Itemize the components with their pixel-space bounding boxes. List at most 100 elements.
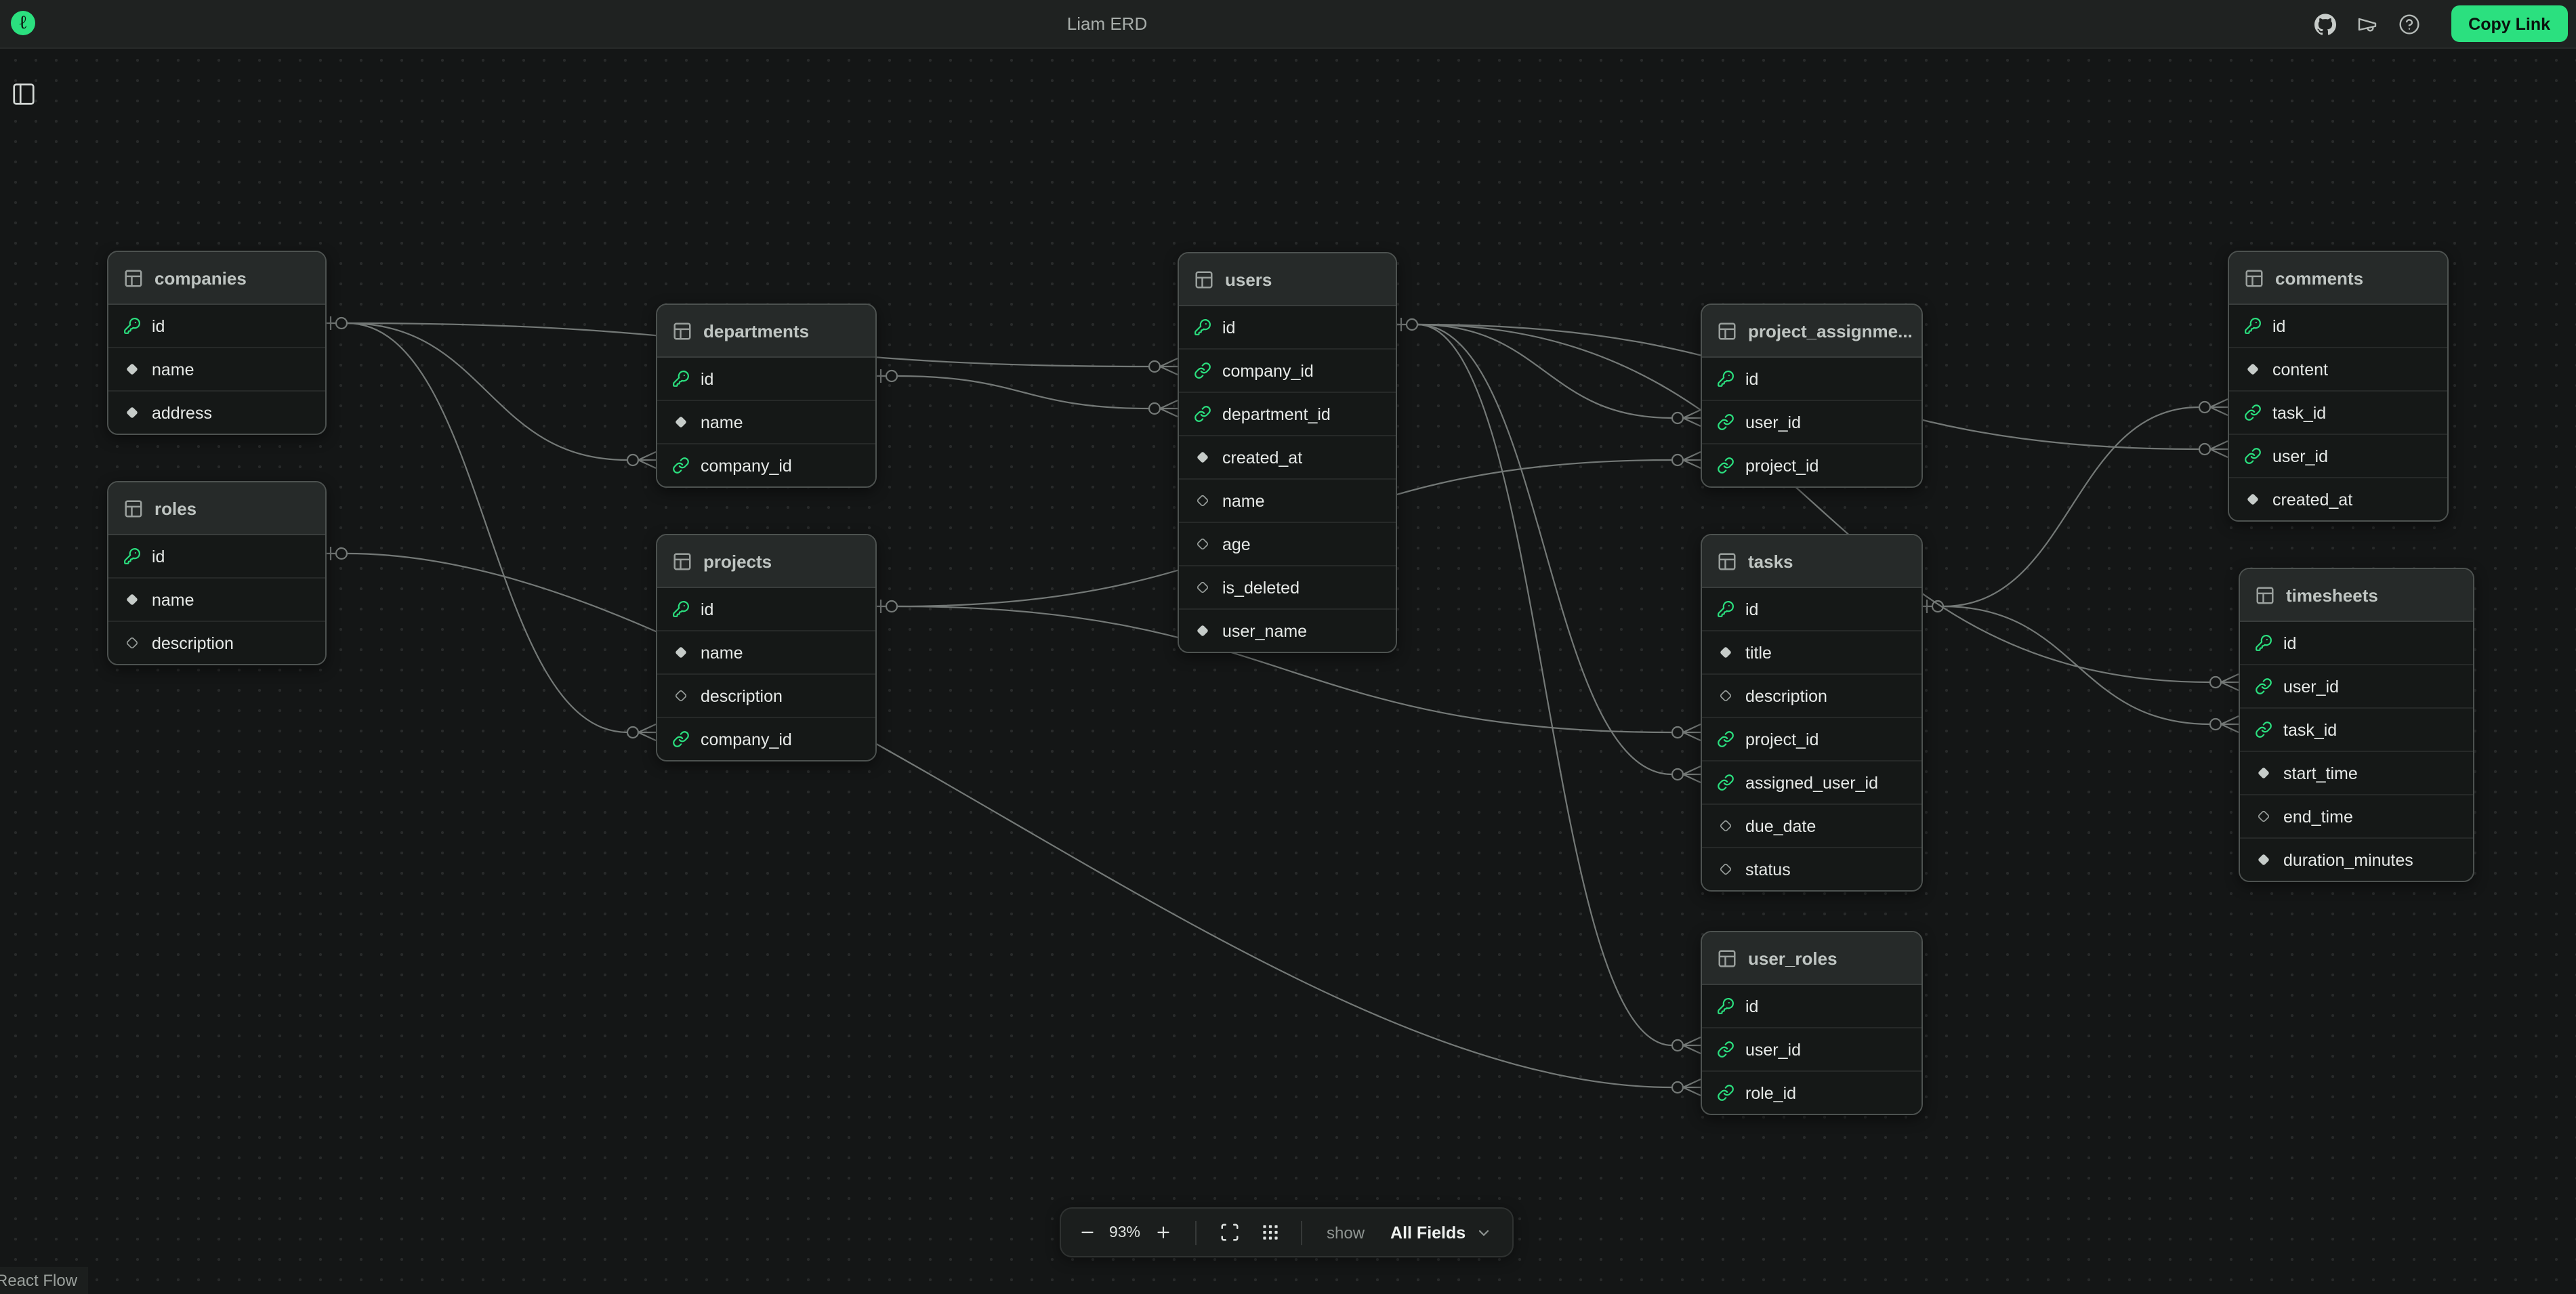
edge-companies.id-projects.company_id[interactable] [347, 323, 627, 732]
field-row-comments-user_id[interactable]: user_id [2229, 434, 2447, 477]
table-header-project_assignments[interactable]: project_assignme... [1702, 305, 1921, 358]
edge-tasks.id-timesheets.task_id[interactable] [1943, 606, 2210, 724]
table-node-companies[interactable]: companiesidnameaddress [107, 251, 327, 435]
field-row-departments-company_id[interactable]: company_id [657, 443, 875, 486]
table-header-tasks[interactable]: tasks [1702, 535, 1921, 588]
field-row-timesheets-start_time[interactable]: start_time [2240, 751, 2473, 794]
field-row-roles-name[interactable]: name [108, 577, 325, 621]
table-header-comments[interactable]: comments [2229, 252, 2447, 305]
table-node-tasks[interactable]: tasks idtitledescriptionproject_idassigne… [1701, 534, 1923, 892]
field-row-tasks-id[interactable]: id [1702, 588, 1921, 630]
nullable-icon [1194, 535, 1211, 553]
announcements-button[interactable] [2356, 13, 2377, 35]
field-row-tasks-description[interactable]: description [1702, 673, 1921, 717]
field-row-user_roles-id[interactable]: id [1702, 985, 1921, 1027]
not-null-icon [2244, 491, 2262, 508]
table-node-project_assignments[interactable]: project_assignme...iduser_idproject_id [1701, 304, 1923, 488]
table-title: tasks [1748, 551, 1793, 571]
field-row-departments-id[interactable]: id [657, 358, 875, 400]
field-name: name [152, 590, 194, 609]
field-row-users-age[interactable]: age [1179, 522, 1396, 565]
edge-tasks.id-comments.task_id[interactable] [1943, 407, 2199, 606]
field-row-timesheets-task_id[interactable]: task_id [2240, 707, 2473, 751]
sidebar-toggle-button[interactable] [9, 81, 37, 108]
field-row-departments-name[interactable]: name [657, 400, 875, 443]
field-row-users-created_at[interactable]: created_at [1179, 435, 1396, 478]
table-node-projects[interactable]: projectsid name descriptioncompany_id [656, 534, 877, 761]
github-button[interactable] [2314, 13, 2335, 35]
reactflow-attribution[interactable]: React Flow [0, 1267, 88, 1294]
table-icon [1717, 948, 1737, 968]
table-node-comments[interactable]: commentsidcontenttask_iduser_idcreated_a… [2228, 251, 2449, 522]
field-name: id [1745, 997, 1758, 1016]
edge-companies.id-departments.company_id[interactable] [347, 323, 627, 460]
zoom-in-button[interactable] [1148, 1217, 1178, 1247]
table-header-projects[interactable]: projects [657, 535, 875, 588]
field-row-users-is_deleted[interactable]: is_deleted [1179, 565, 1396, 608]
field-row-comments-task_id[interactable]: task_id [2229, 390, 2447, 434]
field-row-projects-description[interactable]: description [657, 673, 875, 717]
field-row-user_roles-role_id[interactable]: role_id [1702, 1070, 1921, 1114]
tidy-up-button[interactable] [1255, 1217, 1285, 1247]
field-row-user_roles-user_id[interactable]: user_id [1702, 1027, 1921, 1070]
edge-users.id-user_roles.user_id[interactable] [1417, 325, 1672, 1045]
table-node-departments[interactable]: departmentsid name company_id [656, 304, 877, 488]
table-header-users[interactable]: users [1179, 253, 1396, 306]
edge-departments.id-users.department_id[interactable] [897, 376, 1149, 409]
field-row-tasks-title[interactable]: title [1702, 630, 1921, 673]
table-node-user_roles[interactable]: user_rolesid user_id role_id [1701, 931, 1923, 1115]
show-mode-value: All Fields [1390, 1223, 1466, 1242]
cardinality-many-crowfoot [2221, 716, 2239, 732]
table-header-companies[interactable]: companies [108, 252, 325, 305]
field-row-project_assignments-id[interactable]: id [1702, 358, 1921, 400]
table-header-user_roles[interactable]: user_roles [1702, 932, 1921, 985]
field-row-timesheets-id[interactable]: id [2240, 622, 2473, 664]
field-row-users-department_id[interactable]: department_id [1179, 392, 1396, 435]
edge-users.id-tasks.assigned_user_id[interactable] [1417, 325, 1672, 774]
field-row-timesheets-end_time[interactable]: end_time [2240, 794, 2473, 837]
table-header-departments[interactable]: departments [657, 305, 875, 358]
zoom-out-button[interactable] [1072, 1217, 1102, 1247]
field-row-users-name[interactable]: name [1179, 478, 1396, 522]
show-mode-select[interactable]: All Fields [1382, 1222, 1499, 1243]
field-row-projects-id[interactable]: id [657, 588, 875, 630]
field-row-comments-id[interactable]: id [2229, 305, 2447, 347]
field-row-tasks-status[interactable]: status [1702, 847, 1921, 890]
field-row-companies-name[interactable]: name [108, 347, 325, 390]
field-row-comments-content[interactable]: content [2229, 347, 2447, 390]
table-header-timesheets[interactable]: timesheets [2240, 569, 2473, 622]
field-row-tasks-assigned_user_id[interactable]: assigned_user_id [1702, 760, 1921, 803]
field-row-project_assignments-project_id[interactable]: project_id [1702, 443, 1921, 486]
field-row-tasks-project_id[interactable]: project_id [1702, 717, 1921, 760]
table-header-roles[interactable]: roles [108, 482, 325, 535]
table-node-timesheets[interactable]: timesheetsiduser_idtask_idstart_timeend_… [2239, 568, 2474, 882]
field-row-companies-id[interactable]: id [108, 305, 325, 347]
table-node-users[interactable]: usersidcompany_iddepartment_idcreated_at… [1178, 252, 1397, 653]
field-row-roles-description[interactable]: description [108, 621, 325, 664]
field-name: role_id [1745, 1083, 1796, 1102]
liam-logo[interactable]: ℓ [11, 11, 35, 35]
field-row-projects-name[interactable]: name [657, 630, 875, 673]
field-row-project_assignments-user_id[interactable]: user_id [1702, 400, 1921, 443]
erd-canvas[interactable]: companiesidnameaddressrolesidnamedescrip… [0, 47, 2576, 1294]
help-button[interactable] [2398, 13, 2419, 35]
edge-roles.id-user_roles.role_id[interactable] [347, 554, 1672, 1087]
field-row-users-user_name[interactable]: user_name [1179, 608, 1396, 652]
field-row-roles-id[interactable]: id [108, 535, 325, 577]
fit-view-button[interactable] [1214, 1217, 1244, 1247]
table-node-roles[interactable]: rolesid name description [107, 481, 327, 665]
copy-link-button[interactable]: Copy Link [2451, 5, 2568, 42]
field-row-users-id[interactable]: id [1179, 306, 1396, 348]
field-row-timesheets-user_id[interactable]: user_id [2240, 664, 2473, 707]
field-name: name [701, 413, 743, 432]
field-row-companies-address[interactable]: address [108, 390, 325, 434]
field-row-users-company_id[interactable]: company_id [1179, 348, 1396, 392]
field-row-comments-created_at[interactable]: created_at [2229, 477, 2447, 520]
field-row-projects-company_id[interactable]: company_id [657, 717, 875, 760]
table-icon [1194, 269, 1214, 289]
field-name: name [701, 643, 743, 662]
foreign-key-icon [1717, 1041, 1734, 1058]
field-row-timesheets-duration_minutes[interactable]: duration_minutes [2240, 837, 2473, 881]
foreign-key-icon [672, 730, 690, 748]
field-row-tasks-due_date[interactable]: due_date [1702, 803, 1921, 847]
